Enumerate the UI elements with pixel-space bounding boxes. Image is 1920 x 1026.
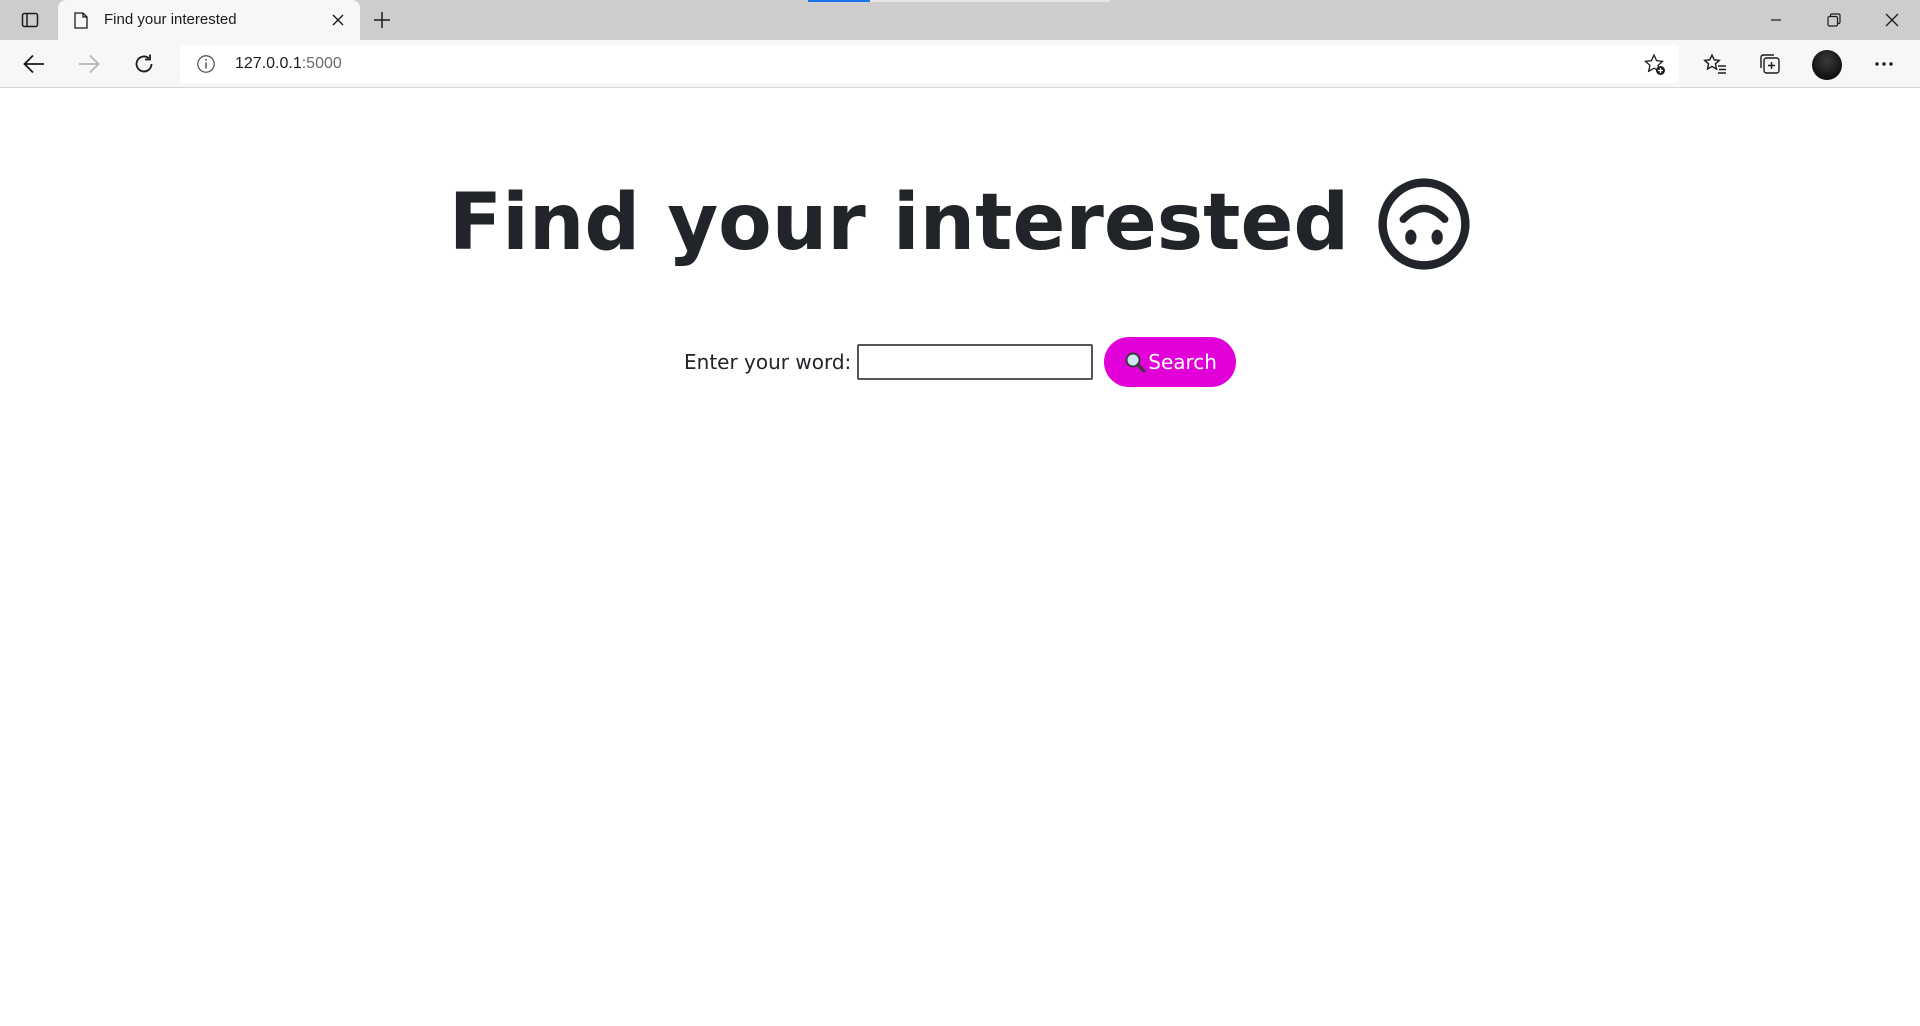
close-icon [1885, 13, 1899, 27]
close-tab-button[interactable] [326, 8, 350, 32]
tab-strip: Find your interested [0, 0, 1920, 40]
tab-loading-track [870, 0, 1110, 2]
avatar[interactable] [1812, 50, 1842, 80]
upside-down-face-icon [1378, 177, 1470, 270]
favorites-button[interactable] [1697, 48, 1733, 80]
favorites-icon [1703, 53, 1726, 74]
search-input[interactable] [857, 344, 1094, 380]
minimize-button[interactable] [1748, 0, 1804, 40]
collections-button[interactable] [1752, 48, 1788, 80]
url-host: 127.0.0.1 [235, 55, 302, 72]
restore-icon [1827, 13, 1841, 27]
search-button[interactable]: Search [1104, 337, 1236, 387]
address-bar[interactable]: 127.0.0.1:5000 [180, 45, 1679, 83]
magnifier-icon [1124, 351, 1146, 373]
back-arrow-icon [23, 54, 44, 74]
collections-icon [1760, 54, 1780, 74]
search-label: Enter your word: [684, 350, 852, 374]
close-window-button[interactable] [1864, 0, 1920, 40]
tab-actions-icon [21, 12, 39, 28]
url-text[interactable]: 127.0.0.1:5000 [235, 55, 342, 73]
more-button[interactable] [1866, 48, 1902, 80]
browser-toolbar: 127.0.0.1:5000 [0, 40, 1920, 88]
page-icon [72, 11, 90, 29]
close-icon [332, 14, 344, 26]
search-form: Enter your word: Search [0, 337, 1920, 387]
search-button-label: Search [1148, 350, 1217, 374]
plus-icon [374, 12, 390, 28]
back-button[interactable] [16, 48, 52, 80]
tab-active[interactable]: Find your interested [58, 0, 360, 40]
star-add-icon [1644, 53, 1665, 75]
forward-button[interactable] [71, 48, 107, 80]
refresh-button[interactable] [126, 48, 162, 80]
info-icon[interactable] [196, 54, 216, 74]
tab-title: Find your interested [104, 11, 237, 28]
page-heading: Find your interested [0, 173, 1920, 271]
page-content: Find your interested Enter your word: Se… [0, 89, 1920, 1026]
refresh-icon [135, 54, 153, 73]
tab-actions-button[interactable] [10, 4, 50, 36]
new-tab-button[interactable] [366, 4, 398, 36]
url-port: :5000 [301, 55, 342, 72]
page-title: Find your interested [448, 177, 1350, 268]
add-favorite-button[interactable] [1643, 53, 1667, 77]
forward-arrow-icon [79, 54, 100, 74]
minimize-icon [1771, 19, 1781, 21]
restore-button[interactable] [1806, 0, 1862, 40]
more-icon [1875, 62, 1893, 66]
tab-loading-indicator [808, 0, 870, 2]
